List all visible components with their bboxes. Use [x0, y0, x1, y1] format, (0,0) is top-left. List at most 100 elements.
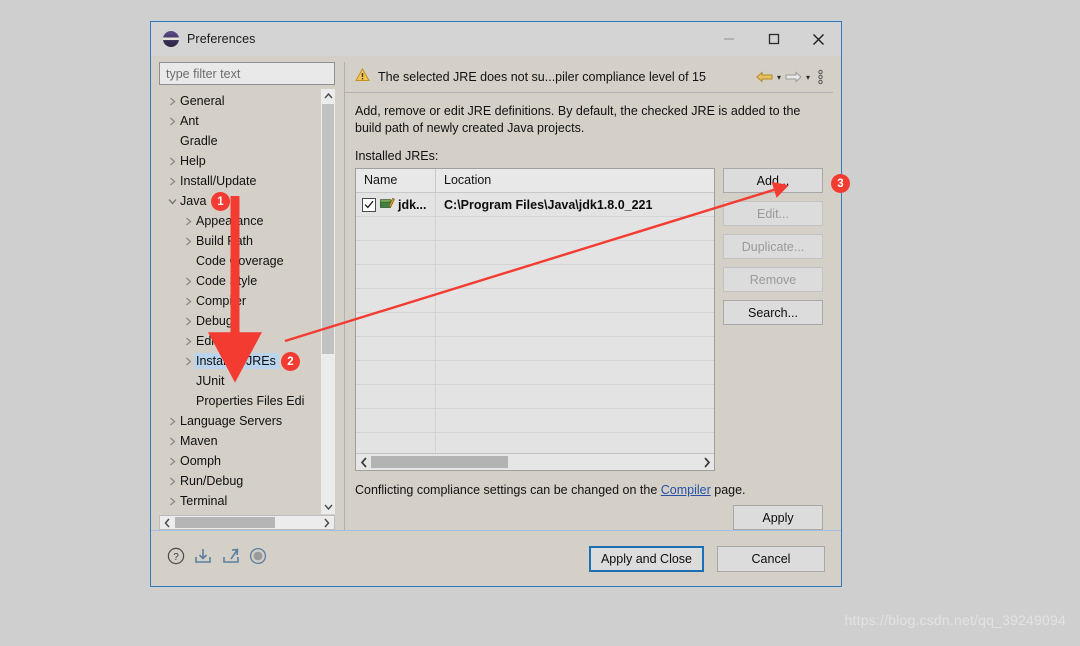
sidebar-item-ant[interactable]: Ant	[159, 111, 321, 131]
add-button[interactable]: Add...	[723, 168, 823, 193]
chevron-right-icon[interactable]	[165, 497, 180, 506]
sidebar-item-label: Oomph	[180, 454, 221, 468]
chevron-right-icon[interactable]	[165, 157, 180, 166]
empty-name-cell	[356, 217, 436, 240]
sidebar-item-run-debug[interactable]: Run/Debug	[159, 471, 321, 491]
table-hscroll-thumb[interactable]	[371, 456, 508, 468]
apply-and-close-button[interactable]: Apply and Close	[588, 545, 704, 572]
sidebar-item-compiler[interactable]: Compiler	[159, 291, 321, 311]
search-button[interactable]: Search...	[723, 300, 823, 325]
chevron-right-icon[interactable]	[181, 337, 196, 346]
chevron-right-icon[interactable]	[165, 437, 180, 446]
cancel-button[interactable]: Cancel	[717, 545, 825, 572]
help-icon[interactable]: ?	[167, 547, 185, 570]
sidebar-item-terminal[interactable]: Terminal	[159, 491, 321, 511]
sidebar-item-install-update[interactable]: Install/Update	[159, 171, 321, 191]
warning-message: The selected JRE does not su...piler com…	[378, 70, 706, 84]
sidebar-item-general[interactable]: General	[159, 91, 321, 111]
table-row-empty	[356, 289, 714, 313]
jre-name-cell[interactable]: jdk...	[356, 193, 436, 216]
sidebar-item-help[interactable]: Help	[159, 151, 321, 171]
view-menu-icon[interactable]	[818, 69, 823, 85]
column-header-location[interactable]: Location	[436, 169, 714, 192]
svg-text:?: ?	[173, 552, 179, 563]
jre-action-buttons: Add... Edit... Duplicate... Remove Search...	[723, 168, 823, 471]
jre-name-text: jdk...	[398, 197, 427, 212]
remove-button: Remove	[723, 267, 823, 292]
chevron-right-icon[interactable]	[165, 97, 180, 106]
table-scroll-right-icon[interactable]	[699, 456, 714, 468]
sidebar-item-language-servers[interactable]: Language Servers	[159, 411, 321, 431]
close-button[interactable]	[796, 22, 841, 56]
table-row-empty	[356, 313, 714, 337]
chevron-right-icon[interactable]	[181, 277, 196, 286]
preferences-sidebar: General Ant Gradle Help Install/Update Java Ap…	[159, 62, 335, 530]
scroll-left-icon[interactable]	[160, 518, 175, 528]
message-bar: The selected JRE does not su...piler com…	[345, 62, 833, 93]
compiler-link[interactable]: Compiler	[661, 483, 711, 497]
scroll-down-icon[interactable]	[321, 500, 335, 514]
sidebar-item-oomph[interactable]: Oomph	[159, 451, 321, 471]
sidebar-item-editor[interactable]: Editor	[159, 331, 321, 351]
restore-defaults-icon[interactable]	[249, 547, 267, 570]
chevron-right-icon[interactable]	[165, 117, 180, 126]
table-scroll-left-icon[interactable]	[356, 456, 371, 468]
search-input[interactable]	[159, 62, 335, 85]
sidebar-item-appearance[interactable]: Appearance	[159, 211, 321, 231]
tree-horizontal-scrollbar[interactable]	[159, 515, 335, 530]
maximize-button[interactable]	[751, 22, 796, 56]
warning-triangle-icon	[355, 67, 370, 87]
apply-button[interactable]: Apply	[733, 505, 823, 530]
chevron-right-icon[interactable]	[181, 217, 196, 226]
import-icon[interactable]	[193, 547, 213, 570]
chevron-right-icon[interactable]	[165, 177, 180, 186]
chevron-right-icon[interactable]	[181, 297, 196, 306]
sidebar-item-junit[interactable]: JUnit	[159, 371, 321, 391]
table-row-empty	[356, 385, 714, 409]
forward-history-chevron-down-icon[interactable]: ▾	[806, 73, 810, 82]
scroll-right-icon[interactable]	[319, 518, 334, 528]
sidebar-item-debug[interactable]: Debug	[159, 311, 321, 331]
chevron-right-icon[interactable]	[165, 477, 180, 486]
chevron-right-icon[interactable]	[181, 237, 196, 246]
tree-hscroll-thumb[interactable]	[175, 517, 275, 528]
sidebar-item-gradle[interactable]: Gradle	[159, 131, 321, 151]
sidebar-item-java[interactable]: Java	[159, 191, 321, 211]
table-row[interactable]: jdk... C:\Program Files\Java\jdk1.8.0_221	[356, 193, 714, 217]
column-header-name[interactable]: Name	[356, 169, 436, 192]
sidebar-item-code-style[interactable]: Code Style	[159, 271, 321, 291]
chevron-right-icon[interactable]	[181, 317, 196, 326]
tree-scroll-thumb[interactable]	[322, 104, 334, 354]
minimize-button[interactable]	[706, 22, 751, 56]
sidebar-item-properties-files-edi[interactable]: Properties Files Edi	[159, 391, 321, 411]
empty-name-cell	[356, 361, 436, 384]
sidebar-item-maven[interactable]: Maven	[159, 431, 321, 451]
preference-page-content: The selected JRE does not su...piler com…	[344, 62, 833, 530]
title-bar: Preferences	[151, 22, 841, 56]
duplicate-button: Duplicate...	[723, 234, 823, 259]
tree-vertical-scrollbar[interactable]	[321, 89, 335, 514]
sidebar-item-label: Installed JREs	[194, 353, 279, 369]
dialog-body: General Ant Gradle Help Install/Update Java Ap…	[151, 56, 841, 530]
jre-checkbox[interactable]	[362, 197, 376, 212]
sidebar-item-build-path[interactable]: Build Path	[159, 231, 321, 251]
page-history-toolbar: ▾ ▾	[756, 69, 833, 85]
sidebar-item-installed-jres[interactable]: Installed JREs	[159, 351, 321, 371]
sidebar-item-label: General	[180, 94, 225, 108]
forward-arrow-icon[interactable]	[785, 70, 802, 84]
table-horizontal-scrollbar[interactable]	[356, 453, 714, 470]
back-arrow-icon[interactable]	[756, 70, 773, 84]
table-row-empty	[356, 337, 714, 361]
back-history-chevron-down-icon[interactable]: ▾	[777, 73, 781, 82]
chevron-right-icon[interactable]	[165, 457, 180, 466]
apply-row: Apply	[345, 497, 833, 530]
export-icon[interactable]	[221, 547, 241, 570]
chevron-right-icon[interactable]	[165, 417, 180, 426]
table-body: jdk... C:\Program Files\Java\jdk1.8.0_221	[356, 193, 714, 453]
sidebar-item-code-coverage[interactable]: Code Coverage	[159, 251, 321, 271]
footer-icon-bar: ?	[167, 547, 267, 570]
watermark: https://blog.csdn.net/qq_39249094	[844, 612, 1066, 628]
scroll-up-icon[interactable]	[321, 89, 335, 103]
chevron-down-icon[interactable]	[165, 197, 180, 206]
sidebar-item-label: Build Path	[196, 234, 253, 248]
